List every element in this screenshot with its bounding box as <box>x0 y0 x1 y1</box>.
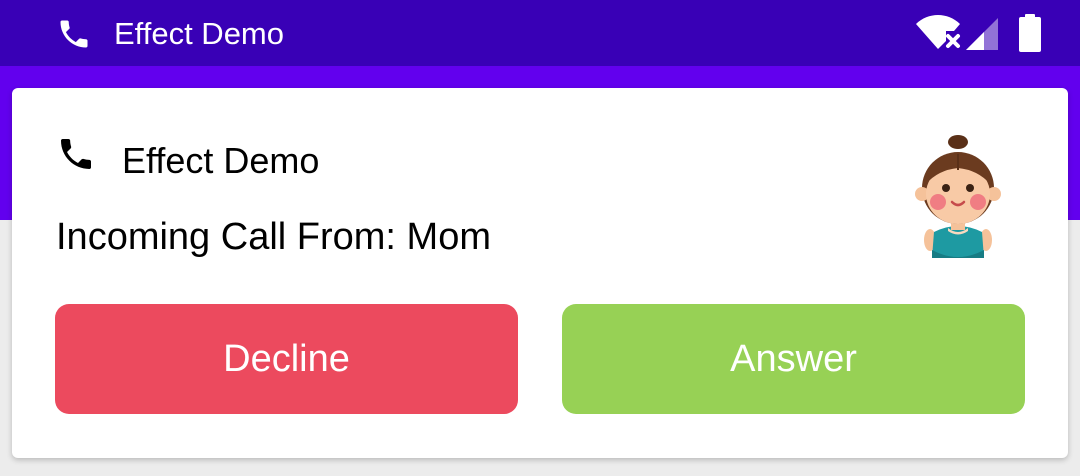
battery-icon <box>1019 14 1041 52</box>
answer-button[interactable]: Answer <box>562 304 1025 414</box>
decline-button[interactable]: Decline <box>55 304 518 414</box>
notification-app-name: Effect Demo <box>122 140 320 181</box>
wifi-off-icon <box>916 15 960 49</box>
status-app-name: Effect Demo <box>114 16 285 51</box>
phone-icon <box>61 139 91 169</box>
incoming-call-message: Incoming Call From: Mom <box>56 216 491 258</box>
incoming-call-notification[interactable]: Effect Demo Incoming Call From: Mom Decl… <box>12 88 1068 458</box>
phone-icon <box>60 20 88 48</box>
girl-avatar-icon <box>915 135 1001 258</box>
signal-icon <box>966 18 998 50</box>
status-bar: Effect Demo <box>0 0 1080 66</box>
